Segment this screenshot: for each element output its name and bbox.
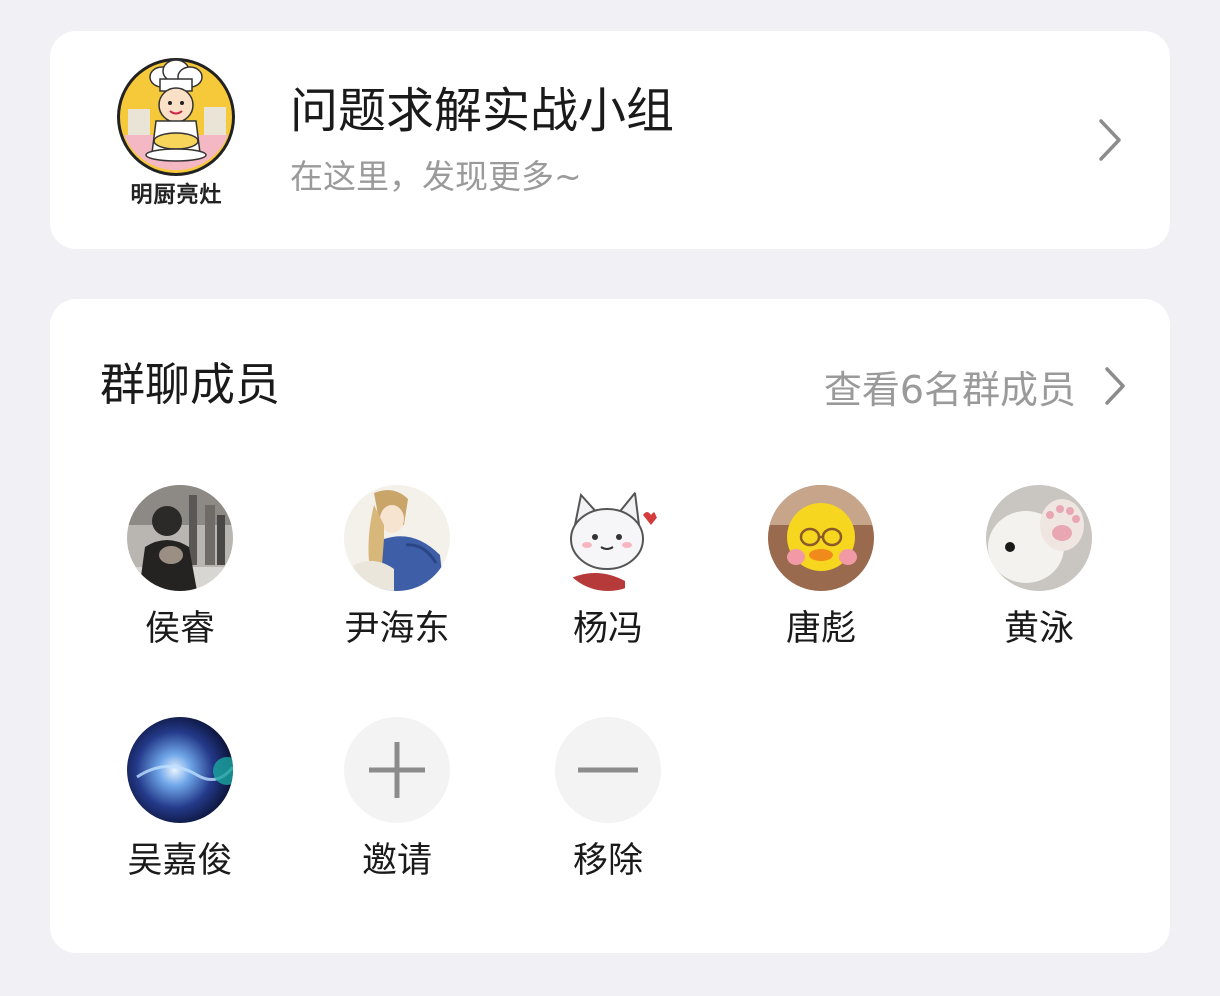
illustration-avatar [344, 485, 450, 591]
member-name: 侯睿 [144, 609, 215, 649]
section-title: 群聊成员 [100, 358, 281, 411]
member-name: 尹海东 [344, 609, 450, 649]
cat-paw-avatar [986, 485, 1092, 591]
galaxy-avatar [127, 717, 233, 823]
group-logo: 明厨亮灶 [110, 57, 258, 219]
remove-button[interactable]: 移除 [518, 717, 698, 907]
minus-icon [555, 717, 661, 823]
member-item[interactable]: 尹海东 [307, 485, 487, 675]
invite-label: 邀请 [361, 841, 432, 881]
remove-label: 移除 [572, 841, 643, 881]
logo-caption: 明厨亮灶 [130, 183, 223, 208]
chef-logo-icon [117, 58, 235, 176]
view-all-members-link[interactable]: 查看6名群成员 [824, 359, 1126, 413]
yellow-duck-avatar [768, 485, 874, 591]
member-item[interactable]: 吴嘉俊 [90, 717, 270, 907]
invite-button[interactable]: 邀请 [307, 717, 487, 907]
cartoon-cat-avatar [555, 485, 661, 591]
member-name: 吴嘉俊 [127, 841, 233, 881]
chevron-right-icon[interactable] [1096, 117, 1124, 163]
member-item[interactable]: 黄泳 [949, 485, 1129, 675]
member-name: 杨冯 [572, 609, 643, 649]
view-all-label: 查看6名群成员 [823, 367, 1076, 412]
members-card: 群聊成员 查看6名群成员 侯睿 尹海东 杨冯 唐彪 黄泳 吴嘉俊 邀请 移除 [50, 299, 1170, 953]
member-item[interactable]: 杨冯 [518, 485, 698, 675]
chevron-right-icon [1105, 367, 1125, 405]
member-item[interactable]: 侯睿 [90, 485, 270, 675]
member-name: 唐彪 [785, 609, 856, 649]
photo-avatar [127, 485, 233, 591]
member-name: 黄泳 [1003, 609, 1074, 649]
group-name: 问题求解实战小组 [290, 83, 675, 139]
group-subtitle: 在这里，发现更多~ [290, 157, 582, 196]
group-card[interactable]: 明厨亮灶 问题求解实战小组 在这里，发现更多~ [50, 31, 1170, 249]
member-item[interactable]: 唐彪 [731, 485, 911, 675]
plus-icon [344, 717, 450, 823]
